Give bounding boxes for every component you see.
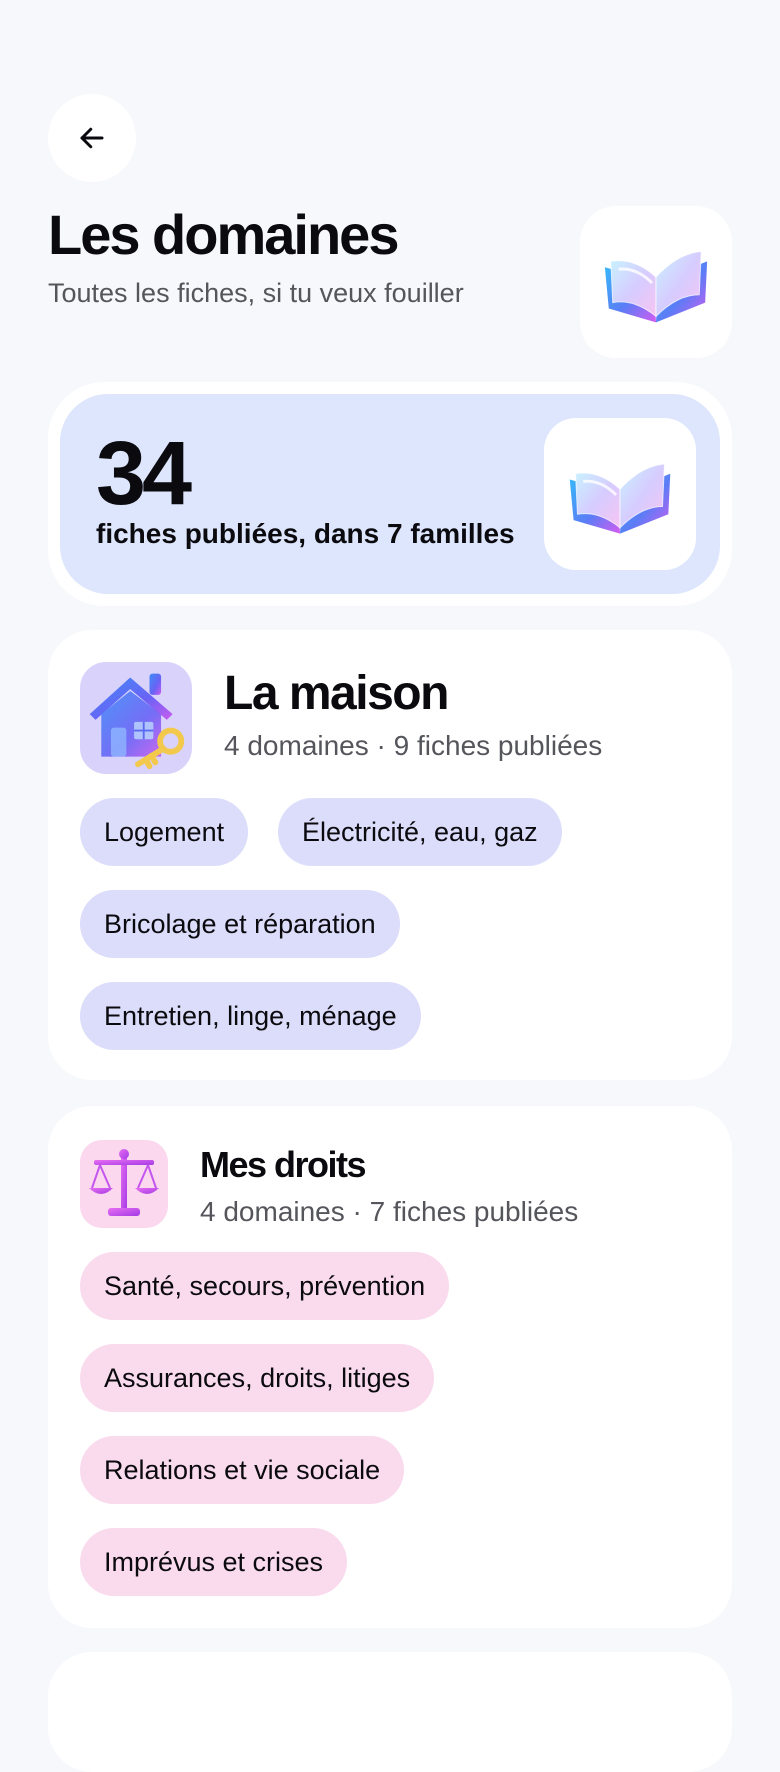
domain-chip-relations[interactable]: Relations et vie sociale bbox=[80, 1436, 405, 1504]
header-illustration bbox=[580, 206, 732, 358]
family-card-maison[interactable]: La maison 4 domaines · 9 fiches publiées… bbox=[48, 630, 732, 1080]
domain-chip-entretien[interactable]: Entretien, linge, ménage bbox=[80, 982, 421, 1050]
domain-chip-assurances[interactable]: Assurances, droits, litiges bbox=[80, 1344, 435, 1412]
back-button[interactable] bbox=[48, 94, 136, 182]
published-count: 34 bbox=[96, 424, 192, 524]
domain-chip-logement[interactable]: Logement bbox=[80, 798, 249, 866]
stats-illustration bbox=[544, 418, 696, 570]
house-key-icon bbox=[89, 673, 185, 770]
page-title: Les domaines bbox=[48, 203, 399, 266]
scales-of-justice-icon bbox=[89, 1149, 159, 1216]
family-icon-tile bbox=[80, 1140, 168, 1228]
open-book-icon bbox=[569, 463, 671, 534]
stats-card: 34 fiches publiées, dans 7 familles bbox=[48, 382, 732, 606]
stats-panel: 34 fiches publiées, dans 7 familles bbox=[60, 394, 720, 594]
family-icon-tile bbox=[80, 662, 192, 774]
published-caption: fiches publiées, dans 7 familles bbox=[96, 518, 515, 549]
domain-chip-imprevus[interactable]: Imprévus et crises bbox=[80, 1528, 348, 1596]
arrow-left-icon bbox=[80, 127, 104, 149]
family-title: La maison bbox=[224, 667, 449, 720]
domain-chip-bricolage[interactable]: Bricolage et réparation bbox=[80, 890, 400, 958]
family-card-droits[interactable]: Mes droits 4 domaines · 7 fiches publiée… bbox=[48, 1106, 732, 1628]
domain-chip-sante[interactable]: Santé, secours, prévention bbox=[80, 1252, 450, 1320]
family-meta: 4 domaines · 9 fiches publiées bbox=[224, 730, 603, 761]
open-book-icon bbox=[604, 250, 708, 323]
family-meta: 4 domaines · 7 fiches publiées bbox=[200, 1196, 579, 1227]
family-title: Mes droits bbox=[200, 1144, 367, 1185]
family-card-next[interactable] bbox=[48, 1652, 732, 1772]
page-subtitle: Toutes les fiches, si tu veux fouiller bbox=[48, 278, 464, 308]
domain-chip-electricite[interactable]: Électricité, eau, gaz bbox=[278, 798, 562, 866]
